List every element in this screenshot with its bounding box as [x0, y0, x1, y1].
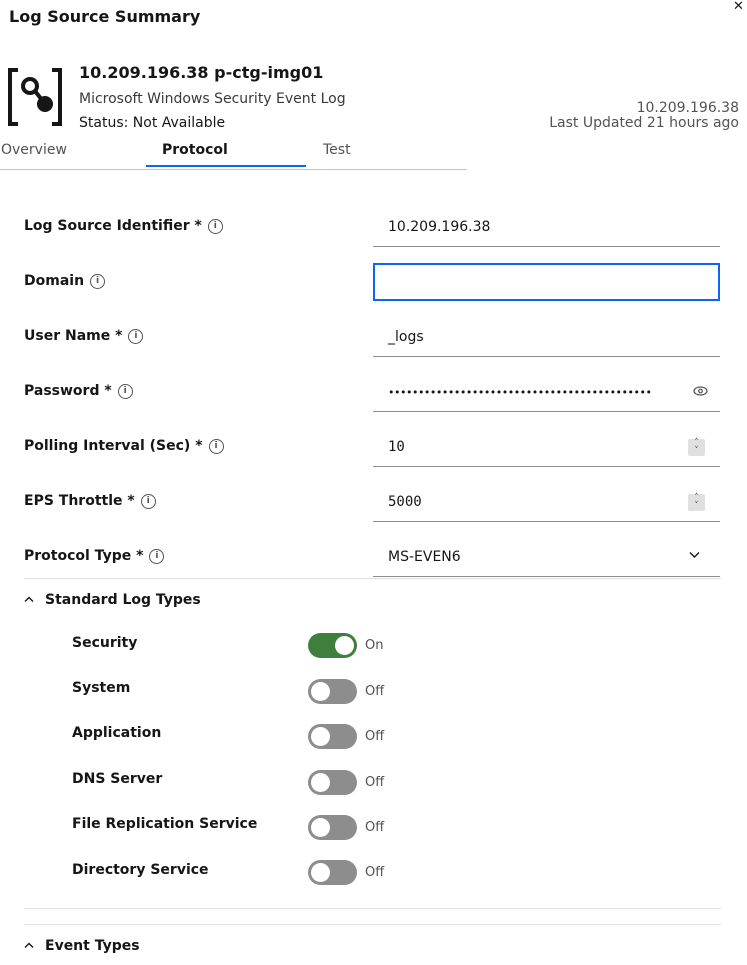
- chevron-up-icon: [24, 942, 34, 948]
- panel-title: Log Source Summary: [9, 7, 201, 26]
- log-type-directory-service-state: Off: [365, 865, 385, 880]
- info-icon[interactable]: i: [117, 384, 133, 399]
- toggle-knob: [311, 727, 330, 746]
- polling-interval-value: 10: [388, 439, 405, 455]
- log-source-type: Microsoft Windows Security Event Log: [79, 91, 346, 107]
- log-source-status: Status: Not Available: [79, 115, 226, 131]
- log-type-directory-service-label: Directory Service: [72, 862, 209, 878]
- chevron-up-icon: [24, 596, 34, 602]
- log-source-identifier-label-text: Log Source Identifier *: [24, 218, 202, 234]
- polling-interval-field[interactable]: 10 ˄ ˅: [373, 429, 720, 467]
- standard-log-types-toggle[interactable]: Standard Log Types: [24, 592, 201, 608]
- toggle-knob: [335, 636, 354, 655]
- protocol-type-label: Protocol Type * i: [24, 548, 165, 564]
- log-type-application-toggle[interactable]: [308, 724, 357, 749]
- password-label: Password * i: [24, 383, 133, 399]
- log-type-file-replication-toggle[interactable]: [308, 815, 357, 840]
- tab-overview[interactable]: Overview: [1, 142, 146, 169]
- log-type-file-replication-state: Off: [365, 820, 385, 835]
- password-value: ••••••••••••••••••••••••••••••••••••••••…: [388, 386, 652, 399]
- log-source-name: 10.209.196.38 p-ctg-img01: [79, 63, 324, 82]
- log-source-identifier-value: 10.209.196.38: [388, 219, 491, 235]
- tab-protocol[interactable]: Protocol: [146, 142, 306, 167]
- info-icon[interactable]: i: [207, 219, 223, 234]
- log-type-system-label: System: [72, 680, 131, 696]
- protocol-type-select[interactable]: MS-EVEN6: [373, 539, 720, 577]
- toggle-knob: [311, 818, 330, 837]
- event-types-toggle[interactable]: Event Types: [24, 938, 140, 954]
- log-type-file-replication-label: File Replication Service: [72, 816, 258, 832]
- log-type-security-toggle[interactable]: [308, 633, 357, 658]
- polling-interval-label-text: Polling Interval (Sec) *: [24, 438, 203, 454]
- last-updated: Last Updated 21 hours ago: [549, 115, 739, 131]
- log-source-meta: 10.209.196.38 Last Updated 21 hours ago: [549, 101, 739, 131]
- close-icon[interactable]: ✕: [733, 0, 747, 14]
- polling-interval-label: Polling Interval (Sec) * i: [24, 438, 224, 454]
- info-icon[interactable]: i: [90, 274, 106, 289]
- number-stepper[interactable]: ˄ ˅: [688, 494, 705, 511]
- user-name-value: _logs: [388, 329, 424, 345]
- standard-log-types-title: Standard Log Types: [45, 592, 201, 608]
- log-source-identifier-field[interactable]: 10.209.196.38: [373, 209, 720, 247]
- chevron-down-icon: [689, 552, 700, 558]
- log-type-system-toggle[interactable]: [308, 679, 357, 704]
- log-type-application-label: Application: [72, 725, 162, 741]
- user-name-field[interactable]: _logs: [373, 319, 720, 357]
- eps-throttle-label: EPS Throttle * i: [24, 493, 156, 509]
- log-source-icon: [8, 68, 62, 126]
- log-type-application-state: Off: [365, 729, 385, 744]
- domain-label: Domain i: [24, 273, 106, 289]
- eye-icon[interactable]: [693, 386, 708, 396]
- log-source-ip: 10.209.196.38: [636, 100, 739, 116]
- log-type-directory-service-toggle[interactable]: [308, 860, 357, 885]
- protocol-type-label-text: Protocol Type *: [24, 548, 144, 564]
- log-type-system-state: Off: [365, 684, 385, 699]
- protocol-type-value: MS-EVEN6: [388, 549, 461, 565]
- log-type-security-label: Security: [72, 635, 138, 651]
- info-icon[interactable]: i: [208, 439, 224, 454]
- eps-throttle-label-text: EPS Throttle *: [24, 493, 135, 509]
- user-name-label-text: User Name *: [24, 328, 123, 344]
- log-type-dns-server-state: Off: [365, 775, 385, 790]
- toggle-knob: [311, 773, 330, 792]
- log-type-dns-server-label: DNS Server: [72, 771, 163, 787]
- divider: [24, 908, 721, 909]
- info-icon[interactable]: i: [149, 549, 165, 564]
- divider: [24, 924, 721, 925]
- tab-test[interactable]: Test: [306, 142, 466, 169]
- toggle-knob: [311, 682, 330, 701]
- log-type-dns-server-toggle[interactable]: [308, 770, 357, 795]
- divider: [24, 578, 721, 579]
- info-icon[interactable]: i: [128, 329, 144, 344]
- info-icon[interactable]: i: [140, 494, 156, 509]
- event-types-title: Event Types: [45, 938, 140, 954]
- toggle-knob: [311, 863, 330, 882]
- log-type-security-state: On: [365, 638, 384, 653]
- eps-throttle-field[interactable]: 5000 ˄ ˅: [373, 484, 720, 522]
- domain-label-text: Domain: [24, 273, 85, 289]
- password-label-text: Password *: [24, 383, 112, 399]
- eps-throttle-value: 5000: [388, 494, 422, 510]
- tab-bar: Overview Protocol Test: [0, 140, 467, 170]
- password-field[interactable]: ••••••••••••••••••••••••••••••••••••••••…: [373, 374, 720, 412]
- number-stepper[interactable]: ˄ ˅: [688, 439, 705, 456]
- domain-field[interactable]: [373, 263, 720, 301]
- log-source-identifier-label: Log Source Identifier * i: [24, 218, 223, 234]
- user-name-label: User Name * i: [24, 328, 144, 344]
